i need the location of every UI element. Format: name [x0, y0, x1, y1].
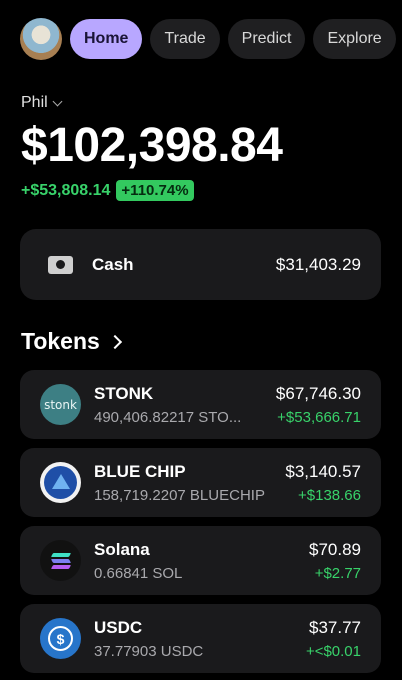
change-percent-badge: +110.74% [116, 180, 194, 201]
portfolio-balance: $102,398.84 [21, 119, 283, 172]
token-name: BLUE CHIP [94, 461, 186, 481]
stonk-token-icon: stonk [40, 384, 81, 425]
tokens-title: Tokens [21, 328, 100, 354]
solana-token-icon [40, 540, 81, 581]
cash-label: Cash [92, 254, 134, 274]
token-amount: 0.66841 SOL [94, 564, 183, 582]
token-row-solana[interactable]: Solana 0.66841 SOL $70.89 +$2.77 [20, 526, 381, 595]
token-row-bluechip[interactable]: BLUE CHIP 158,719.2207 BLUECHIP $3,140.5… [20, 448, 381, 517]
token-amount: 37.77903 USDC [94, 642, 204, 660]
token-value: $3,140.57 [285, 461, 361, 481]
token-name: Solana [94, 539, 150, 559]
token-change: +$138.66 [298, 486, 361, 504]
chevron-right-icon [107, 334, 122, 349]
portfolio-change: +$53,808.14 +110.74% [21, 180, 194, 201]
token-row-usdc[interactable]: $ USDC 37.77903 USDC $37.77 +<$0.01 [20, 604, 381, 673]
bluechip-token-icon [40, 462, 81, 503]
cash-value: $31,403.29 [275, 254, 361, 274]
token-amount: 490,406.82217 STO... [94, 408, 242, 426]
cash-card[interactable]: Cash $31,403.29 [20, 229, 381, 300]
avatar[interactable] [20, 18, 62, 60]
tab-trade[interactable]: Trade [150, 19, 220, 59]
cash-icon [48, 255, 73, 274]
token-change: +<$0.01 [305, 642, 361, 660]
usdc-token-icon: $ [40, 618, 81, 659]
tab-home[interactable]: Home [70, 19, 143, 59]
tokens-section-header[interactable]: Tokens [21, 328, 122, 355]
token-row-stonk[interactable]: stonk STONK 490,406.82217 STO... $67,746… [20, 370, 381, 439]
usdc-symbol: $ [48, 626, 73, 651]
tab-explore[interactable]: Explore [313, 19, 396, 59]
token-value: $37.77 [309, 617, 361, 637]
tab-predict[interactable]: Predict [227, 19, 306, 59]
account-name: Phil [21, 94, 48, 111]
top-navigation: Home Trade Predict Explore [20, 18, 402, 60]
token-value: $67,746.30 [275, 383, 361, 403]
account-selector[interactable]: Phil [21, 94, 63, 112]
change-amount: +$53,808.14 [21, 181, 111, 199]
token-change: +$2.77 [314, 564, 361, 582]
token-amount: 158,719.2207 BLUECHIP [94, 486, 265, 504]
token-change: +$53,666.71 [277, 408, 361, 426]
token-name: USDC [94, 617, 143, 637]
token-name: STONK [94, 383, 154, 403]
chevron-down-icon [52, 96, 63, 106]
token-value: $70.89 [309, 539, 361, 559]
